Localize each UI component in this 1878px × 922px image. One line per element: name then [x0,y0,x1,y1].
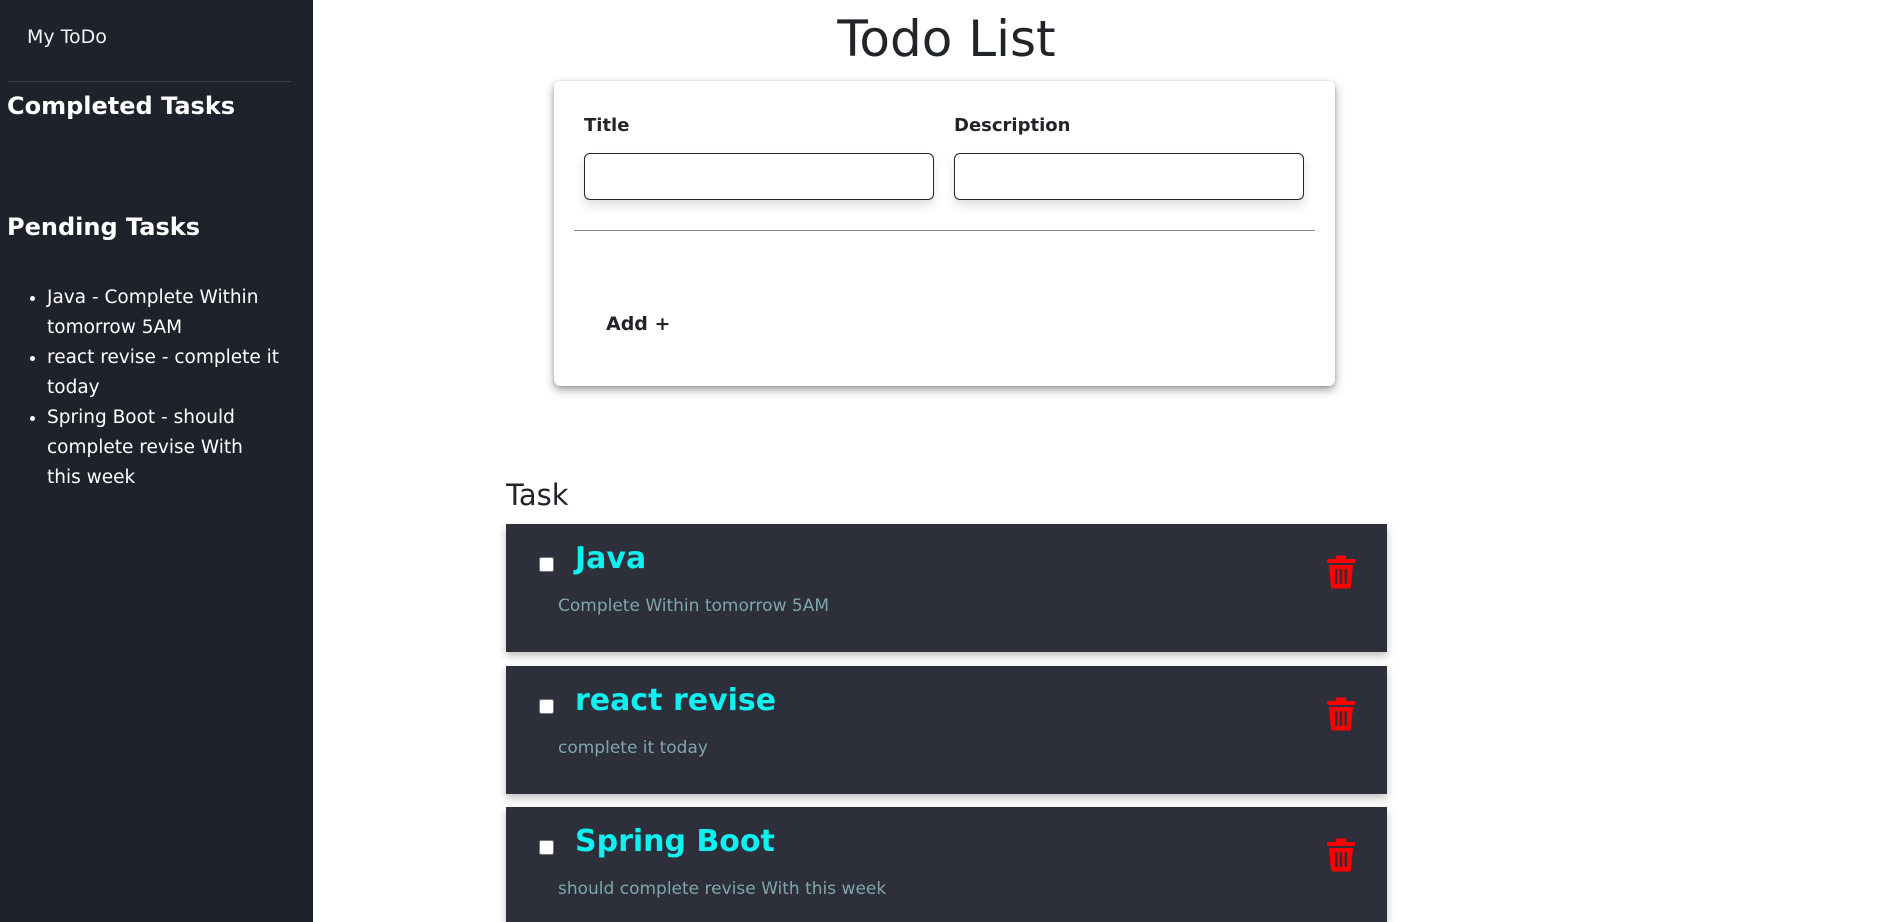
task-description: Complete Within tomorrow 5AM [558,596,829,616]
brand-link[interactable]: My ToDo [27,26,107,48]
pending-task-item: Java - Complete Within tomorrow 5AM [47,283,282,343]
pending-tasks-heading: Pending Tasks [7,213,200,241]
task-description: should complete revise With this week [558,879,887,899]
description-label: Description [954,115,1071,136]
pending-task-item: react revise - complete it today [47,343,282,403]
pending-task-item: Spring Boot - should complete revise Wit… [47,403,282,493]
form-divider [574,230,1315,231]
pending-tasks-list: Java - Complete Within tomorrow 5AM reac… [20,283,282,493]
task-title: Java [575,541,647,576]
sidebar-divider [7,81,291,82]
task-description: complete it today [558,738,708,758]
task-card: Spring Boot should complete revise With … [506,807,1387,922]
task-card: react revise complete it today [506,666,1387,794]
task-complete-checkbox[interactable] [539,557,554,572]
trash-icon[interactable] [1326,838,1356,872]
task-title: react revise [575,683,777,718]
trash-icon[interactable] [1326,697,1356,731]
task-card: Java Complete Within tomorrow 5AM [506,524,1387,652]
task-complete-checkbox[interactable] [539,699,554,714]
completed-tasks-heading: Completed Tasks [7,92,236,120]
add-task-form: Title Description Add + [554,81,1335,386]
task-complete-checkbox[interactable] [539,840,554,855]
title-label: Title [584,115,630,136]
task-section-heading: Task [506,478,569,512]
title-input[interactable] [584,153,934,200]
description-input[interactable] [954,153,1304,200]
task-title: Spring Boot [575,824,775,859]
trash-icon[interactable] [1326,555,1356,589]
sidebar: My ToDo Completed Tasks Pending Tasks Ja… [0,0,313,922]
page-title: Todo List [837,10,1056,68]
add-task-button[interactable]: Add + [604,309,672,339]
